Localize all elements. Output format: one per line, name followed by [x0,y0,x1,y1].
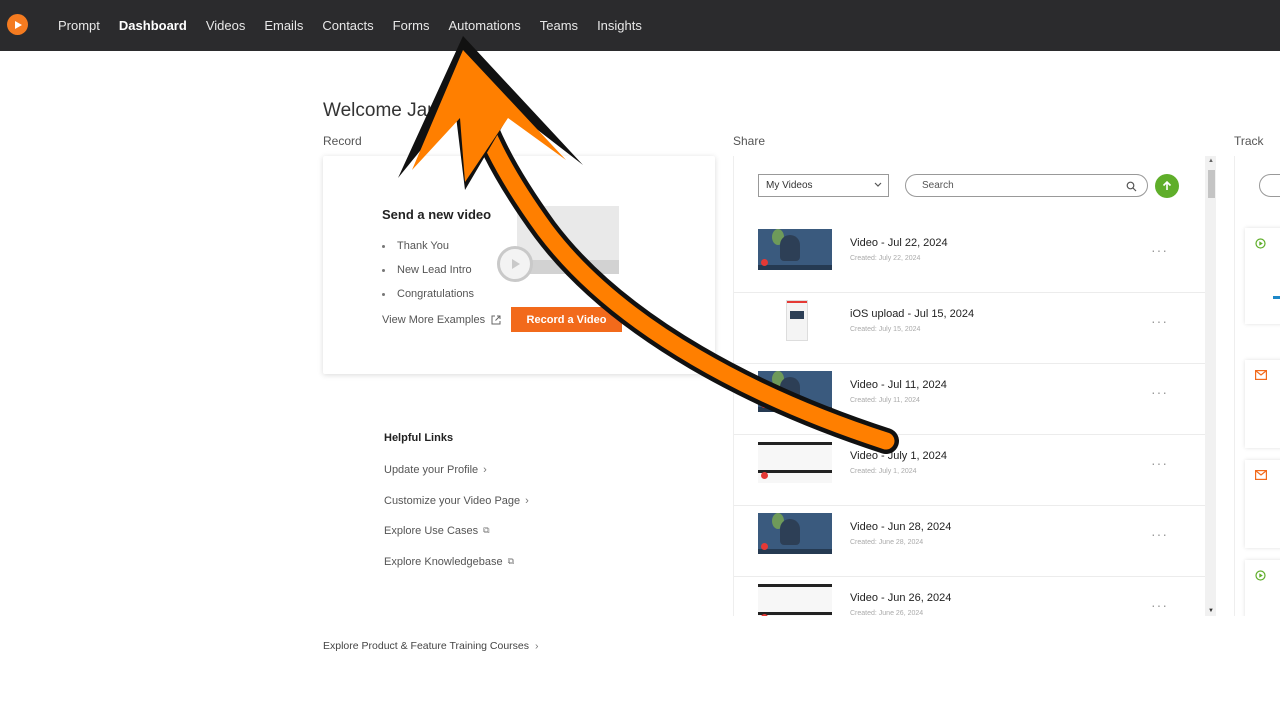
nav-item-videos[interactable]: Videos [206,18,246,33]
share-section-label: Share [733,134,766,148]
record-section-label: Record [323,134,362,148]
nav-item-forms[interactable]: Forms [393,18,430,33]
video-thumbnail[interactable] [758,229,832,270]
nav-item-prompt[interactable]: Prompt [58,18,100,33]
video-created-date: Created: July 11, 2024 [850,397,920,404]
video-row[interactable]: iOS upload - Jul 15, 2024 Created: July 1… [734,293,1205,364]
record-card-title: Send a new video [382,207,492,222]
training-courses-link[interactable]: Explore Product & Feature Training Cours… [323,640,539,652]
play-circle-icon [1255,570,1266,581]
video-created-date: Created: July 15, 2024 [850,326,921,333]
more-options-icon[interactable]: ··· [1151,384,1168,400]
video-thumbnail[interactable] [758,442,832,483]
chevron-right-icon: › [535,640,539,652]
chevron-down-icon [874,182,882,187]
video-filter-select[interactable]: My Videos [758,174,889,197]
welcome-heading: Welcome Jam [323,100,444,121]
play-icon [497,246,533,282]
external-link-icon: ⧉ [483,525,490,535]
track-activity-card[interactable] [1245,460,1280,548]
video-created-date: Created: June 26, 2024 [850,610,924,616]
external-link-icon: ⧉ [507,555,515,566]
example-item: Thank You [382,234,474,258]
track-filter-pill[interactable] [1259,174,1280,197]
track-section-label: Track [1234,134,1264,148]
nav-item-dashboard[interactable]: Dashboard [119,18,187,33]
video-thumbnail[interactable] [758,371,832,412]
video-created-date: Created: June 28, 2024 [850,539,924,546]
helpful-links-title: Helpful Links [384,432,454,444]
video-title[interactable]: Video - Jun 28, 2024 [850,521,951,533]
video-title[interactable]: Video - July 1, 2024 [850,450,947,462]
external-link-icon [491,315,501,325]
view-more-examples-link[interactable]: View More Examples [382,314,501,326]
scrollbar-thumb[interactable] [1208,170,1215,198]
top-nav-bar: Prompt Dashboard Videos Emails Contacts Forms… [0,0,1280,51]
scroll-down-icon[interactable]: ▼ [1208,608,1214,614]
video-row[interactable]: Video - July 1, 2024 Created: July 1, 202… [734,435,1205,506]
more-options-icon[interactable]: ··· [1151,313,1168,329]
nav-items: Prompt Dashboard Videos Emails Contacts Forms… [58,0,661,51]
video-search-input[interactable]: Search [905,174,1148,197]
example-item: New Lead Intro [382,258,474,282]
video-thumbnail[interactable] [786,300,808,341]
video-created-date: Created: July 22, 2024 [850,255,921,262]
email-icon [1255,470,1267,480]
video-row[interactable]: Video - Jun 26, 2024 Created: June 26, 20… [734,577,1205,616]
help-link-knowledgebase[interactable]: Explore Knowledgebase ⧉ [384,556,529,587]
upload-button[interactable] [1155,174,1179,198]
example-item: Congratulations [382,282,474,306]
video-title[interactable]: Video - Jul 22, 2024 [850,237,948,249]
nav-item-emails[interactable]: Emails [264,18,303,33]
record-video-button[interactable]: Record a Video [511,307,622,332]
nav-item-insights[interactable]: Insights [597,18,642,33]
more-options-icon[interactable]: ··· [1151,242,1168,258]
video-title[interactable]: Video - Jun 26, 2024 [850,592,951,604]
view-more-label: View More Examples [382,314,486,326]
video-thumbnail[interactable] [758,513,832,554]
help-link-customize-video-page[interactable]: Customize your Video Page › [384,495,529,526]
track-activity-card[interactable] [1245,360,1280,448]
more-options-icon[interactable]: ··· [1151,597,1168,613]
video-title[interactable]: iOS upload - Jul 15, 2024 [850,308,974,320]
upload-arrow-icon [1162,180,1172,190]
training-courses-label: Explore Product & Feature Training Cours… [323,640,530,652]
help-link-update-profile[interactable]: Update your Profile › [384,464,529,495]
share-panel: My Videos Search Video - Jul 22, 2024 Cre… [733,156,1216,616]
scroll-up-icon[interactable]: ▲ [1208,158,1214,164]
more-options-icon[interactable]: ··· [1151,455,1168,471]
nav-item-teams[interactable]: Teams [540,18,578,33]
help-link-use-cases[interactable]: Explore Use Cases ⧉ [384,525,529,556]
video-list-scrollbar[interactable]: ▲ ▼ [1205,156,1216,616]
video-filter-value: My Videos [766,180,813,191]
video-thumbnail[interactable] [758,584,832,616]
nav-item-contacts[interactable]: Contacts [322,18,373,33]
nav-item-automations[interactable]: Automations [449,18,521,33]
chevron-right-icon: › [483,464,487,476]
video-row[interactable]: Video - Jun 28, 2024 Created: June 28, 20… [734,506,1205,577]
chevron-right-icon: › [525,494,529,507]
play-circle-icon [1255,238,1266,249]
search-placeholder: Search [922,180,954,191]
helpful-links: Helpful Links Update your Profile › Custo… [384,432,529,586]
video-title[interactable]: Video - Jul 11, 2024 [850,379,947,391]
more-options-icon[interactable]: ··· [1151,526,1168,542]
video-created-date: Created: July 1, 2024 [850,468,917,475]
track-activity-card[interactable] [1245,560,1280,616]
email-icon [1255,370,1267,380]
example-list: Thank You New Lead Intro Congratulations [382,234,474,306]
record-card: Send a new video Thank You New Lead Intr… [323,156,715,374]
track-activity-card[interactable] [1245,228,1280,324]
track-panel [1234,156,1280,616]
video-row[interactable]: Video - Jul 22, 2024 Created: July 22, 20… [734,222,1205,293]
video-row[interactable]: Video - Jul 11, 2024 Created: July 11, 20… [734,364,1205,435]
app-logo-icon[interactable] [7,14,28,35]
search-icon [1126,181,1137,192]
